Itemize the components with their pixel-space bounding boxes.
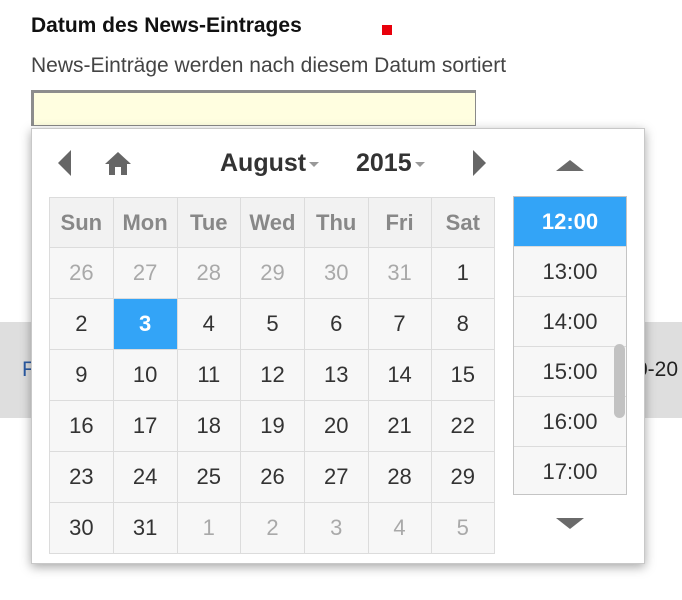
year-select[interactable]: 2015: [356, 149, 425, 178]
next-month-icon[interactable]: [473, 150, 486, 176]
year-label: 2015: [356, 149, 412, 177]
weekday-header: Sun: [49, 197, 114, 248]
calendar-day[interactable]: 6: [303, 298, 369, 350]
calendar-day[interactable]: 24: [112, 451, 178, 503]
chevron-down-icon: [309, 161, 320, 167]
calendar-day[interactable]: 2: [240, 502, 305, 554]
month-select[interactable]: August: [220, 149, 320, 178]
calendar-day[interactable]: 10: [112, 349, 178, 401]
weekday-header: Thu: [303, 197, 369, 248]
time-option-selected[interactable]: 12:00: [514, 197, 626, 247]
calendar-day[interactable]: 18: [176, 400, 242, 452]
calendar-week-row: 16 17 18 19 20 21 22: [49, 400, 496, 452]
weekday-header: Fri: [367, 197, 432, 248]
calendar-day[interactable]: 31: [112, 502, 178, 554]
calendar-day[interactable]: 29: [240, 247, 305, 299]
calendar-day[interactable]: 27: [112, 247, 178, 299]
calendar-day-selected[interactable]: 3: [112, 298, 178, 350]
date-input[interactable]: [31, 90, 476, 126]
time-option[interactable]: 13:00: [514, 247, 626, 297]
calendar-day[interactable]: 26: [49, 247, 114, 299]
chevron-down-icon: [414, 161, 425, 167]
weekday-header-row: Sun Mon Tue Wed Thu Fri Sat: [49, 197, 496, 248]
calendar-body: 26 27 28 29 30 31 1 2 3 4 5 6 7 8 9 10 11 12 13 14 15 16 17 18 1…: [49, 247, 496, 554]
time-scroll-down-icon[interactable]: [556, 518, 584, 529]
field-title: Datum des News-Eintrages: [31, 14, 302, 37]
calendar-day[interactable]: 21: [367, 400, 432, 452]
weekday-header: Tue: [176, 197, 242, 248]
time-option[interactable]: 14:00: [514, 297, 626, 347]
calendar-day[interactable]: 3: [303, 502, 369, 554]
calendar-day[interactable]: 23: [49, 451, 114, 503]
calendar-day[interactable]: 30: [303, 247, 369, 299]
calendar-day[interactable]: 4: [176, 298, 242, 350]
prev-month-icon[interactable]: [58, 150, 71, 176]
calendar-day[interactable]: 29: [430, 451, 496, 503]
calendar-week-row: 23 24 25 26 27 28 29: [49, 451, 496, 503]
weekday-header: Sat: [430, 197, 496, 248]
time-option[interactable]: 16:00: [514, 397, 626, 447]
calendar-grid: Sun Mon Tue Wed Thu Fri Sat 26 27 28 29 30 31 1 2 3 4 5 6…: [49, 197, 496, 554]
time-list-scrollbar[interactable]: [614, 344, 625, 418]
calendar-day[interactable]: 2: [49, 298, 114, 350]
calendar-day[interactable]: 27: [303, 451, 369, 503]
calendar-day[interactable]: 11: [176, 349, 242, 401]
weekday-header: Mon: [112, 197, 178, 248]
home-icon[interactable]: [104, 150, 132, 176]
calendar-day[interactable]: 28: [367, 451, 432, 503]
calendar-day[interactable]: 19: [240, 400, 305, 452]
calendar-day[interactable]: 7: [367, 298, 432, 350]
field-description: News-Einträge werden nach diesem Datum s…: [31, 54, 507, 77]
time-list[interactable]: 12:00 13:00 14:00 15:00 16:00 17:00: [513, 196, 627, 495]
calendar-day[interactable]: 8: [430, 298, 496, 350]
calendar-day[interactable]: 1: [430, 247, 496, 299]
weekday-header: Wed: [240, 197, 305, 248]
calendar-day[interactable]: 25: [176, 451, 242, 503]
calendar-day[interactable]: 1: [176, 502, 242, 554]
calendar-day[interactable]: 20: [303, 400, 369, 452]
calendar-week-row: 9 10 11 12 13 14 15: [49, 349, 496, 401]
calendar-day[interactable]: 17: [112, 400, 178, 452]
calendar-week-row: 2345678: [49, 298, 496, 350]
calendar-day[interactable]: 15: [430, 349, 496, 401]
required-marker: [382, 25, 392, 35]
calendar-week-row: 26 27 28 29 30 31 1: [49, 247, 496, 299]
calendar-day[interactable]: 9: [49, 349, 114, 401]
calendar-day[interactable]: 31: [367, 247, 432, 299]
calendar-day[interactable]: 12: [240, 349, 305, 401]
time-option[interactable]: 17:00: [514, 447, 626, 494]
calendar-day[interactable]: 5: [430, 502, 496, 554]
calendar-week-row: 30 31 1 2 3 4 5: [49, 502, 496, 554]
calendar-day[interactable]: 22: [430, 400, 496, 452]
calendar-day[interactable]: 14: [367, 349, 432, 401]
time-option[interactable]: 15:00: [514, 347, 626, 397]
calendar-day[interactable]: 13: [303, 349, 369, 401]
calendar-day[interactable]: 16: [49, 400, 114, 452]
calendar-day[interactable]: 26: [240, 451, 305, 503]
month-label: August: [220, 149, 307, 177]
time-scroll-up-icon[interactable]: [556, 160, 584, 171]
calendar-day[interactable]: 28: [176, 247, 242, 299]
calendar-day[interactable]: 30: [49, 502, 114, 554]
calendar-day[interactable]: 5: [240, 298, 305, 350]
calendar-day[interactable]: 4: [367, 502, 432, 554]
